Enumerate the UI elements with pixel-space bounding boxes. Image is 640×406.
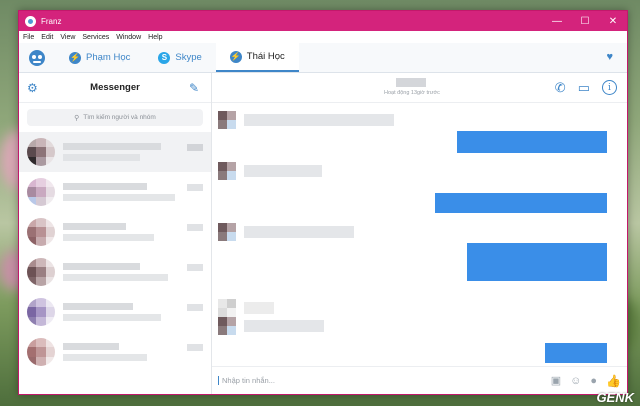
avatar	[218, 299, 236, 317]
service-tab-bar: ⚡ Phạm Học S Skype ⚡ Thái Học ♥	[19, 43, 627, 73]
message-bubble	[244, 226, 354, 238]
maximize-button[interactable]: ☐	[571, 11, 599, 31]
conversation-preview	[63, 299, 203, 325]
heart-icon[interactable]: ♥	[606, 51, 613, 63]
contact-status: Hoạt động 13giờ trước	[384, 90, 440, 96]
conversation-item[interactable]	[19, 292, 211, 332]
conversation-preview	[63, 139, 203, 165]
search-placeholder: Tìm kiếm người và nhóm	[83, 114, 156, 121]
message-bubble	[244, 114, 394, 126]
message-list	[212, 103, 627, 366]
conversation-preview	[63, 219, 203, 245]
avatar	[218, 162, 236, 180]
avatar	[27, 298, 55, 326]
tab-label: Phạm Học	[86, 52, 131, 63]
conversation-time	[187, 184, 203, 191]
outgoing-message	[435, 193, 607, 213]
message-bubble	[244, 165, 322, 177]
incoming-message	[218, 111, 394, 129]
sidebar-header: ⚙ Messenger ✎	[19, 73, 211, 103]
message-bubble	[244, 302, 274, 314]
tab-skype[interactable]: S Skype	[144, 43, 215, 72]
conversation-preview	[63, 259, 203, 285]
avatar	[27, 338, 55, 366]
close-button[interactable]: ✕	[599, 11, 627, 31]
conversation-time	[187, 224, 203, 231]
compose-icon[interactable]: ✎	[189, 81, 203, 95]
tab-label: Thái Học	[246, 51, 285, 62]
outgoing-message	[467, 243, 607, 281]
franz-home-button[interactable]	[19, 43, 55, 72]
avatar	[27, 218, 55, 246]
menu-window[interactable]: Window	[116, 34, 141, 41]
window-title: Franz	[41, 16, 62, 26]
menu-services[interactable]: Services	[82, 34, 109, 41]
outgoing-message	[545, 343, 607, 363]
tab-label: Skype	[175, 52, 202, 63]
phone-icon[interactable]: ✆	[555, 80, 566, 96]
message-composer: Nhập tin nhắn... ▣ ☺ ● 👍	[212, 366, 627, 394]
messenger-icon: ⚡	[229, 50, 242, 63]
title-bar[interactable]: Franz — ☐ ✕	[19, 11, 627, 31]
conversation-item[interactable]	[19, 132, 211, 172]
tab-thai-hoc[interactable]: ⚡ Thái Học	[215, 43, 299, 72]
chat-actions: ✆ ▭ i	[555, 80, 617, 96]
franz-mascot-icon	[29, 49, 45, 66]
thumbs-up-icon[interactable]: 👍	[606, 374, 621, 388]
info-icon[interactable]: i	[602, 80, 617, 95]
emoji-icon[interactable]: ☺	[570, 375, 581, 387]
chat-header: Hoạt động 13giờ trước ✆ ▭ i	[212, 73, 627, 103]
avatar	[218, 223, 236, 241]
incoming-message	[218, 317, 324, 335]
sidebar-title: Messenger	[90, 82, 140, 93]
conversation-time	[187, 304, 203, 311]
franz-window: Franz — ☐ ✕ File Edit View Services Wind…	[18, 10, 628, 395]
conversation-sidebar: ⚙ Messenger ✎ ⚲ Tìm kiếm người và nhóm	[19, 73, 212, 394]
avatar	[218, 111, 236, 129]
franz-logo-icon	[25, 15, 36, 27]
skype-icon: S	[158, 51, 171, 64]
service-content: ⚙ Messenger ✎ ⚲ Tìm kiếm người và nhóm H…	[19, 73, 627, 394]
contact-name	[396, 78, 426, 87]
menu-view[interactable]: View	[60, 34, 75, 41]
avatar	[27, 138, 55, 166]
chat-pane: Hoạt động 13giờ trước ✆ ▭ i Nhập tin nhắ…	[212, 73, 627, 394]
search-icon: ⚲	[74, 114, 80, 122]
conversation-time	[187, 144, 203, 151]
conversation-item[interactable]	[19, 172, 211, 212]
menu-help[interactable]: Help	[148, 34, 162, 41]
tab-pham-hoc[interactable]: ⚡ Phạm Học	[55, 43, 144, 72]
image-icon[interactable]: ▣	[551, 374, 561, 387]
avatar	[27, 258, 55, 286]
microphone-icon[interactable]: ●	[590, 375, 597, 387]
conversation-preview	[63, 179, 203, 205]
message-input[interactable]: Nhập tin nhắn...	[218, 376, 551, 385]
conversation-time	[187, 344, 203, 351]
conversation-time	[187, 264, 203, 271]
menu-bar: File Edit View Services Window Help	[19, 31, 627, 43]
message-bubble	[244, 320, 324, 332]
minimize-button[interactable]: —	[543, 11, 571, 31]
menu-file[interactable]: File	[23, 34, 34, 41]
conversation-item[interactable]	[19, 212, 211, 252]
conversation-item[interactable]	[19, 252, 211, 292]
incoming-message	[218, 299, 274, 317]
gear-icon[interactable]: ⚙	[27, 81, 41, 95]
outgoing-message	[457, 131, 607, 153]
search-input[interactable]: ⚲ Tìm kiếm người và nhóm	[27, 109, 203, 126]
avatar	[218, 317, 236, 335]
conversation-item[interactable]	[19, 332, 211, 372]
menu-edit[interactable]: Edit	[41, 34, 53, 41]
conversation-preview	[63, 339, 203, 365]
incoming-message	[218, 162, 322, 180]
messenger-icon: ⚡	[69, 51, 81, 64]
video-camera-icon[interactable]: ▭	[578, 80, 590, 96]
avatar	[27, 178, 55, 206]
incoming-message	[218, 223, 354, 241]
genk-watermark: GENK	[596, 390, 634, 405]
